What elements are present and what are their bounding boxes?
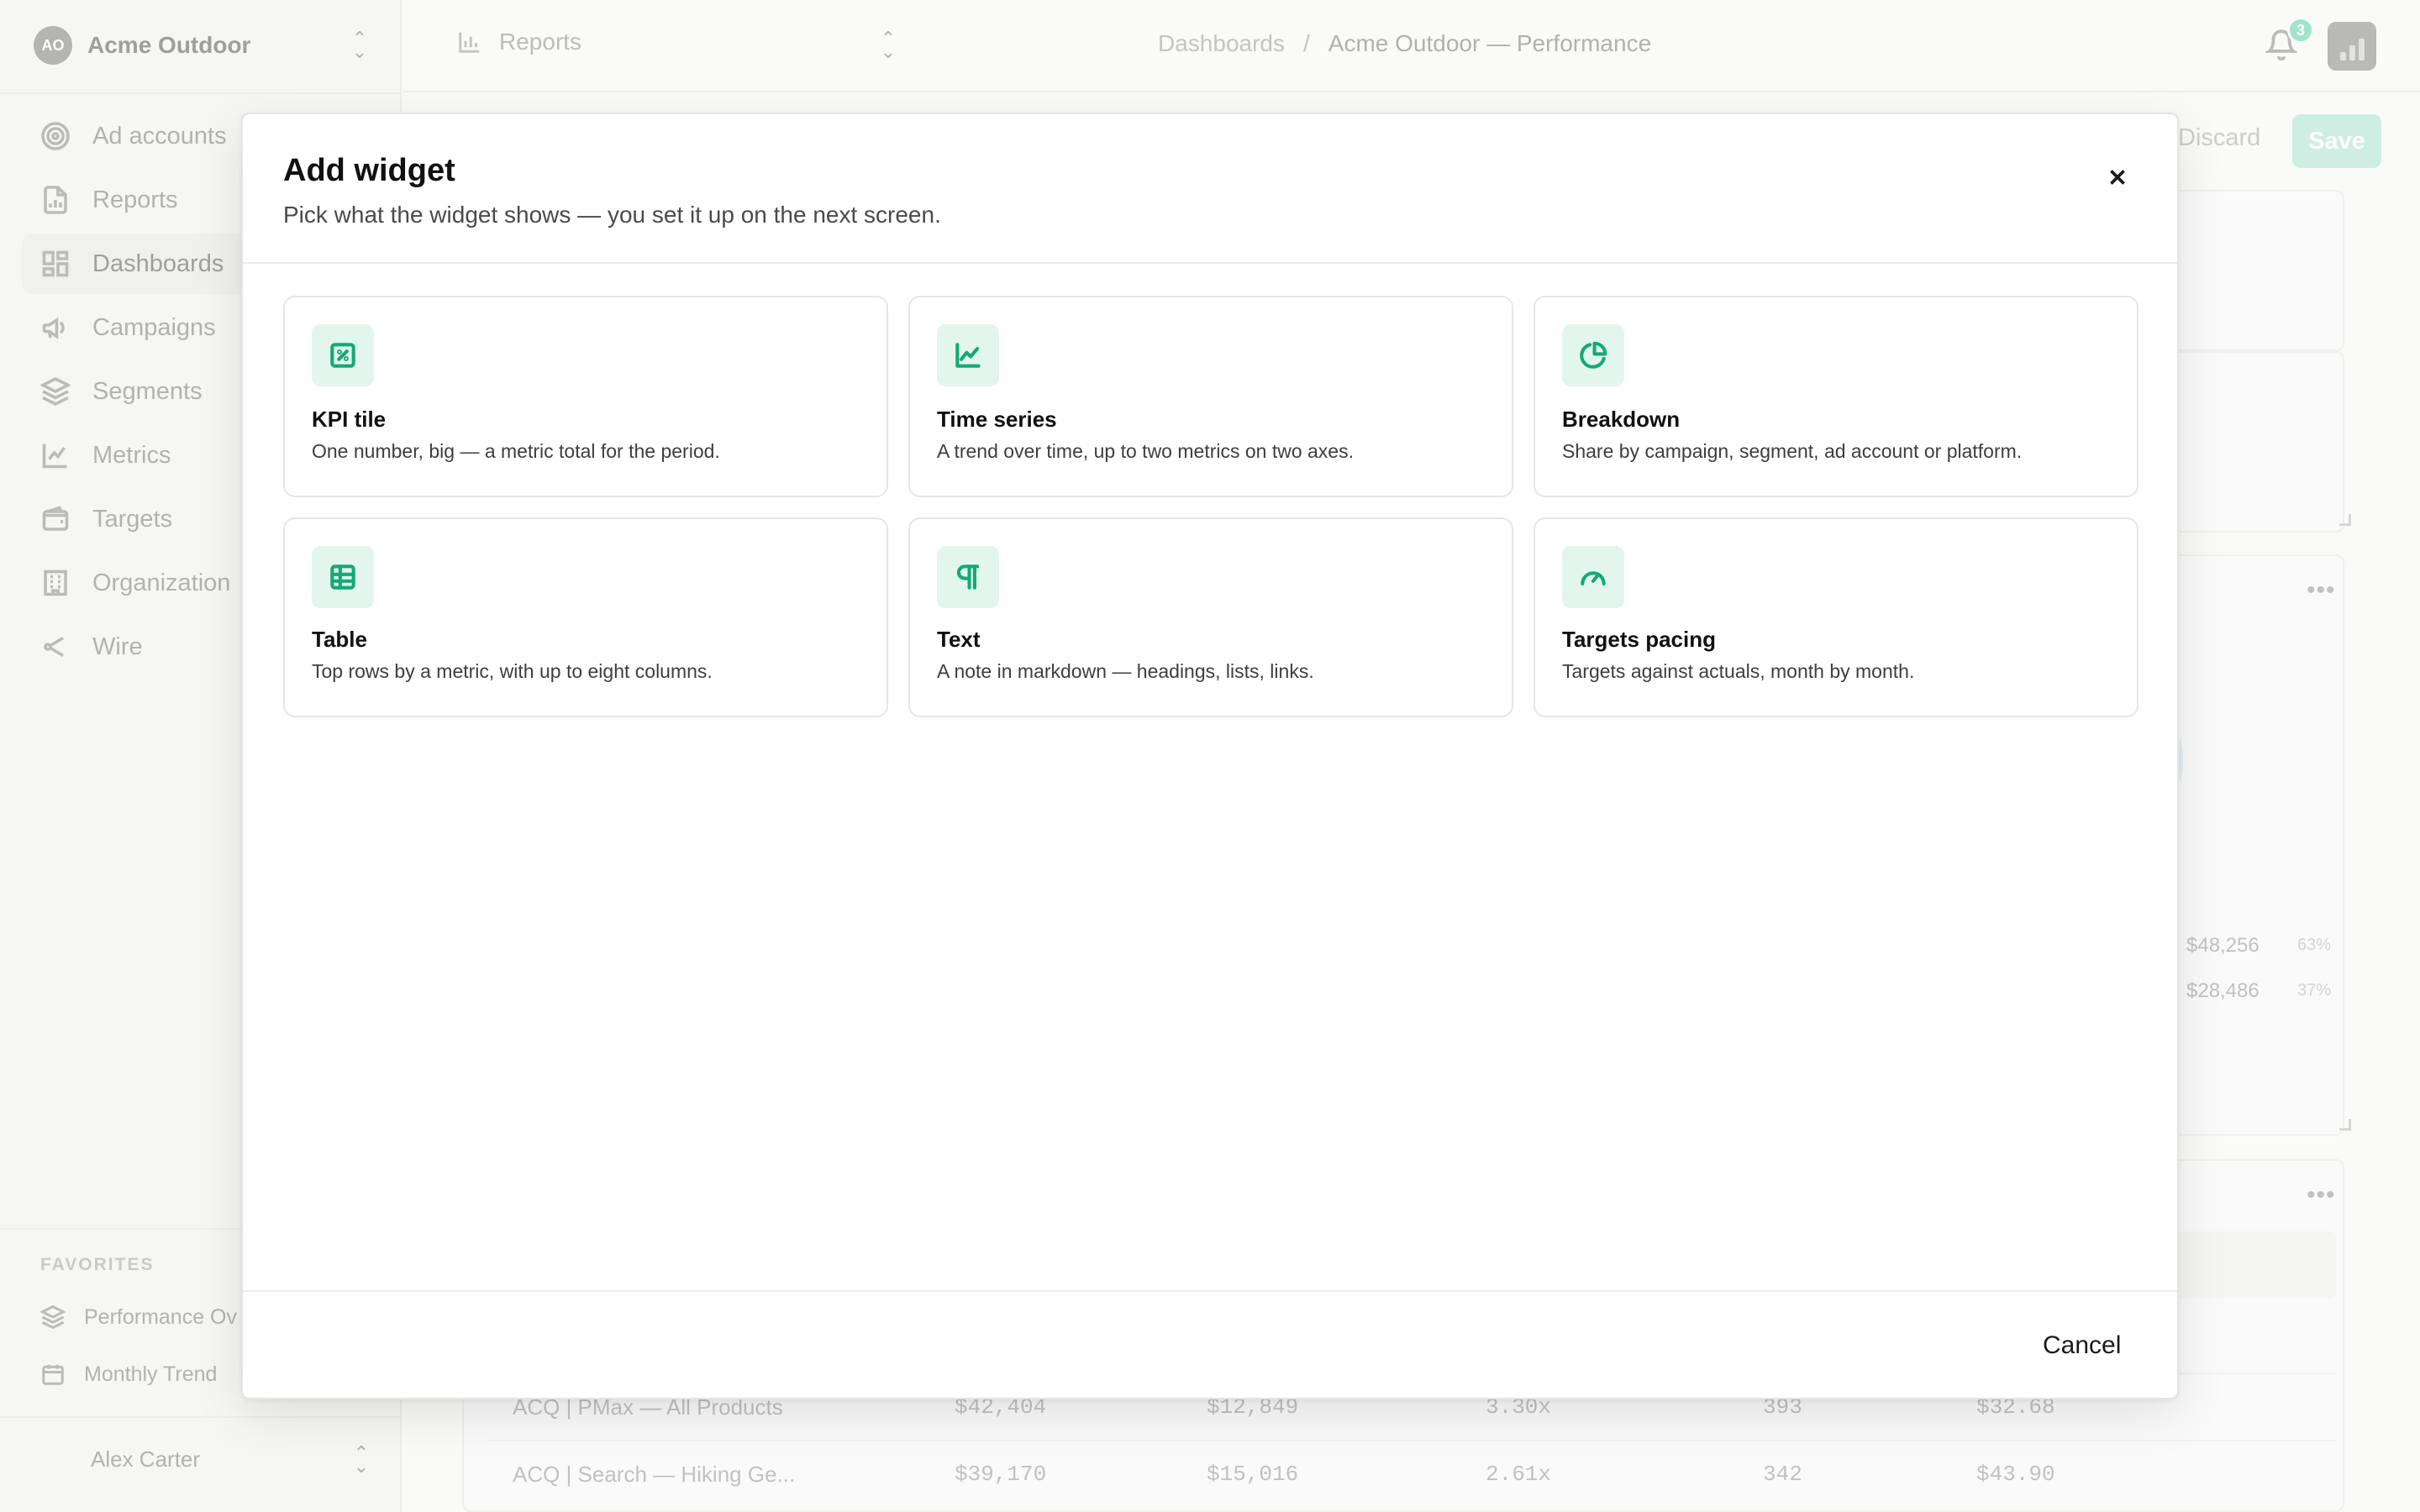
divider xyxy=(243,1290,2177,1292)
table-icon xyxy=(330,564,355,590)
pie-chart-icon xyxy=(1580,341,1607,369)
widget-option-title: Time series xyxy=(937,407,1057,432)
widget-option-time-series[interactable]: Time series A trend over time, up to two… xyxy=(908,296,1513,497)
close-icon xyxy=(2110,170,2125,185)
dialog-title: Add widget xyxy=(283,153,455,188)
divider xyxy=(243,262,2177,264)
widget-option-kpi-tile[interactable]: KPI tile One number, big — a metric tota… xyxy=(283,296,888,497)
widget-option-description: A trend over time, up to two metrics on … xyxy=(937,440,1354,462)
widget-option-description: Share by campaign, segment, ad account o… xyxy=(1562,440,2023,462)
gauge-icon xyxy=(1581,571,1606,585)
widget-icon-tile xyxy=(1562,324,1624,386)
widget-option-description: Targets against actuals, month by month. xyxy=(1562,660,1915,682)
add-widget-dialog: Add widget Pick what the widget shows — … xyxy=(241,113,2179,1399)
widget-icon-tile xyxy=(937,324,999,386)
widget-option-table[interactable]: Table Top rows by a metric, with up to e… xyxy=(283,517,888,717)
widget-option-targets-pacing[interactable]: Targets pacing Targets against actuals, … xyxy=(1534,517,2139,717)
widget-option-text[interactable]: Text A note in markdown — headings, list… xyxy=(908,517,1513,717)
pilcrow-icon xyxy=(956,564,980,590)
widget-option-title: KPI tile xyxy=(312,407,387,432)
widget-option-title: Table xyxy=(312,627,367,652)
widget-option-title: Breakdown xyxy=(1562,407,1681,432)
widget-option-description: Top rows by a metric, with up to eight c… xyxy=(312,660,713,682)
widget-icon-tile xyxy=(937,546,999,608)
widget-icon-tile xyxy=(312,546,374,608)
dialog-subtitle: Pick what the widget shows — you set it … xyxy=(283,202,941,228)
widget-option-title: Targets pacing xyxy=(1562,627,1717,652)
widget-option-title: Text xyxy=(937,627,981,652)
line-chart-icon xyxy=(955,343,981,368)
widget-option-description: A note in markdown — headings, lists, li… xyxy=(937,660,1314,682)
widget-icon-tile xyxy=(1562,546,1624,608)
cancel-button[interactable]: Cancel xyxy=(2026,1319,2138,1373)
widget-option-description: One number, big — a metric total for the… xyxy=(312,440,720,462)
kpi-percent-icon xyxy=(330,343,355,368)
widget-option-breakdown[interactable]: Breakdown Share by campaign, segment, ad… xyxy=(1534,296,2139,497)
widget-icon-tile xyxy=(312,324,374,386)
close-button[interactable] xyxy=(2095,155,2140,200)
